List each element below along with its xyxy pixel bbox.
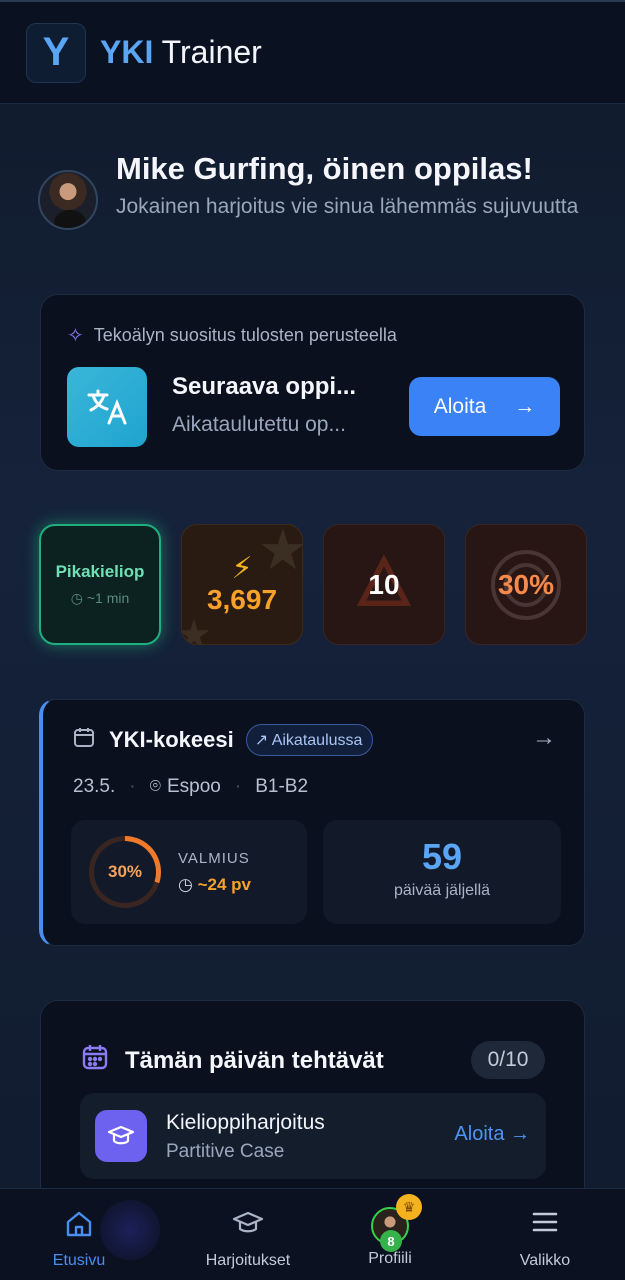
status-badge-label: Aikataulussa (271, 732, 363, 749)
nav-profile-label: Profiili (368, 1250, 412, 1267)
ai-subtitle: Aikataulutettu op... (172, 413, 346, 436)
arrow-right-icon[interactable]: → (532, 724, 556, 752)
star-decoration-icon: ★ (182, 612, 212, 644)
app-title-highlight: YKI (100, 34, 154, 70)
ai-recommendation-card: ✧ Tekoälyn suositus tulosten perusteella… (40, 294, 585, 471)
quick-grammar-tile[interactable]: Pikakieliop ◷ ~1 min (39, 524, 161, 645)
arrow-right-icon: → (514, 394, 536, 418)
tasks-title: Tämän päivän tehtävät (125, 1046, 384, 1074)
greeting-title: Mike Gurfing, öinen oppilas! (116, 151, 533, 186)
arrow-right-icon: → (510, 1123, 530, 1145)
calendar-icon (73, 726, 95, 754)
app-header: Y YKI Trainer (0, 0, 625, 104)
calendar-icon (81, 1043, 109, 1078)
task-start-link[interactable]: Aloita → (454, 1123, 530, 1146)
accuracy-tile[interactable]: 30% (465, 524, 587, 645)
accuracy-value: 30% (497, 568, 555, 600)
readiness-time: ◷ ~24 pv (178, 875, 251, 895)
xp-tile[interactable]: ★ ★ ⚡ 3,697 (181, 524, 303, 645)
profile-level-badge: 8 (380, 1230, 402, 1252)
streak-value: 10 (368, 568, 400, 600)
exam-location: Espoo (167, 776, 221, 797)
ai-heading: Tekoälyn suositus tulosten perusteella (93, 325, 397, 345)
start-button-label: Aloita (433, 394, 487, 418)
quick-grammar-title: Pikakieliop (55, 562, 145, 581)
avatar[interactable] (38, 170, 98, 230)
task-subtitle: Partitive Case (166, 1141, 285, 1162)
readiness-caption: VALMIUS (178, 850, 250, 867)
clock-icon: ◷ (178, 875, 198, 894)
app-logo[interactable]: Y (26, 22, 86, 83)
exam-meta: 23.5. · ⌾ Espoo · B1-B2 (73, 776, 308, 798)
star-decoration-icon: ★ (257, 524, 303, 581)
xp-value: 3,697 (206, 583, 278, 615)
ai-title: Seuraava oppi... (172, 373, 357, 400)
hamburger-menu-icon (531, 1209, 559, 1243)
task-title: Kielioppiharjoitus (166, 1111, 325, 1134)
exam-title: YKI-kokeesi (109, 727, 234, 752)
quick-grammar-time: ◷ ~1 min (71, 590, 130, 607)
exam-level: B1-B2 (255, 776, 309, 797)
days-left-box: 59 päivää jäljellä (323, 820, 561, 924)
nav-home-label: Etusivu (52, 1252, 106, 1269)
graduation-cap-icon (232, 1209, 264, 1243)
readiness-ring: 30% (89, 836, 161, 908)
trend-up-icon: ↗ (254, 732, 272, 749)
task-start-label: Aloita (454, 1123, 505, 1145)
status-badge: ↗ Aikataulussa (245, 724, 374, 756)
crown-icon: ♛ (396, 1194, 422, 1220)
nav-exercises-label: Harjoitukset (205, 1252, 291, 1269)
sparkle-icon: ✧ (67, 325, 84, 347)
greeting-section: Mike Gurfing, öinen oppilas! Jokainen ha… (38, 150, 598, 230)
greeting-subtitle: Jokainen harjoitus vie sinua lähemmäs su… (116, 195, 579, 218)
quick-time-value: ~1 min (86, 590, 130, 606)
translate-icon (67, 367, 147, 447)
clock-icon: ◷ (70, 590, 87, 606)
location-icon: ⌾ (149, 776, 161, 797)
days-left-caption: päivää jäljellä (393, 882, 491, 899)
readiness-time-value: ~24 pv (197, 875, 251, 894)
graduation-cap-icon (95, 1110, 147, 1162)
days-left-value: 59 (421, 836, 463, 877)
task-row[interactable]: Kielioppiharjoitus Partitive Case Aloita… (80, 1093, 546, 1179)
readiness-box: 30% VALMIUS ◷ ~24 pv (71, 820, 307, 924)
app-title-rest: Trainer (153, 34, 262, 70)
daily-tasks-card: Tämän päivän tehtävät 0/10 Kielioppiharj… (40, 1000, 585, 1220)
nav-menu[interactable]: Valikko (505, 1189, 585, 1280)
separator-dot: · (234, 776, 242, 797)
nav-menu-label: Valikko (519, 1252, 571, 1269)
tasks-count-badge: 0/10 (471, 1041, 545, 1079)
lightning-icon: ⚡ (231, 551, 253, 585)
exam-card[interactable]: YKI-kokeesi ↗ Aikataulussa → 23.5. · ⌾ E… (39, 699, 585, 946)
app-title: YKI Trainer (100, 34, 262, 71)
nav-exercises[interactable]: Harjoitukset (178, 1189, 318, 1280)
start-recommendation-button[interactable]: Aloita → (409, 377, 560, 436)
separator-dot: · (129, 776, 136, 797)
bottom-nav: Etusivu Harjoitukset Profiili Valikko (0, 1188, 625, 1280)
exam-date: 23.5. (73, 776, 116, 797)
nav-active-glow (100, 1200, 160, 1260)
home-icon (64, 1209, 94, 1243)
streak-tile[interactable]: 🜂 10 (323, 524, 445, 645)
readiness-percent: 30% (94, 841, 156, 903)
